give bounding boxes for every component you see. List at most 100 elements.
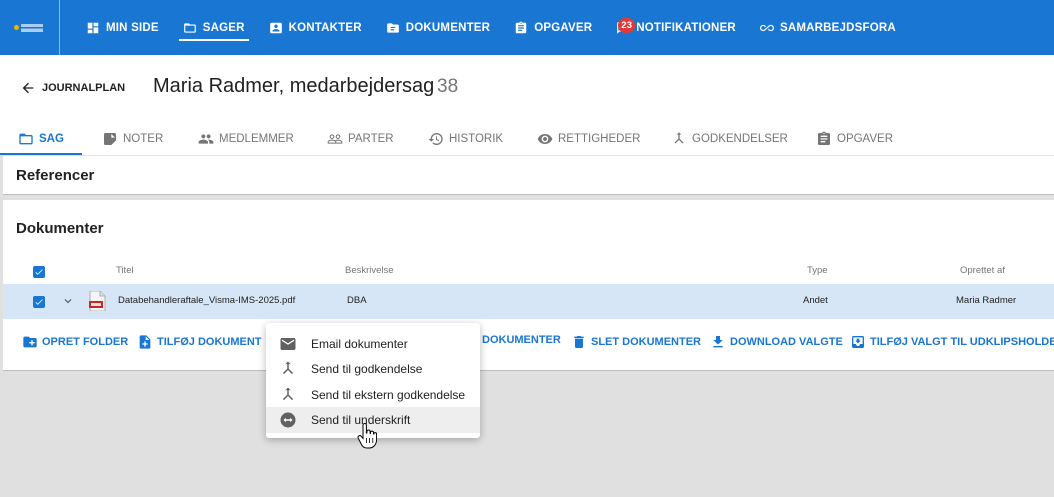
- merge-icon: [674, 132, 684, 144]
- action-label: SLET DOKUMENTER: [591, 336, 701, 348]
- dashboard-icon: [87, 22, 99, 33]
- clipboard-icon: [818, 131, 830, 145]
- people-icon: [198, 134, 214, 144]
- note-icon: [104, 133, 116, 145]
- action-label: DOKUMENTER: [482, 334, 561, 346]
- pdf-file-icon: [89, 291, 106, 311]
- tab-label: NOTER: [123, 133, 164, 145]
- document-description: DBA: [347, 295, 367, 306]
- tab-godkendelser[interactable]: GODKENDELSER: [671, 122, 788, 156]
- column-header-description[interactable]: Beskrivelse: [345, 265, 394, 276]
- tab-label: PARTER: [348, 133, 394, 145]
- infinity-icon: [759, 24, 774, 31]
- documents-title: Dokumenter: [16, 220, 104, 237]
- merge-icon: [282, 387, 294, 401]
- merge-icon: [282, 361, 294, 375]
- nav-label: MIN SIDE: [106, 21, 159, 34]
- nav-label: KONTAKTER: [288, 21, 362, 34]
- back-to-journalplan-button[interactable]: JOURNALPLAN: [20, 80, 125, 96]
- tab-label: HISTORIK: [449, 133, 504, 145]
- app-logo[interactable]: [0, 0, 60, 55]
- tab-label: MEDLEMMER: [219, 133, 294, 145]
- documents-panel: Dokumenter Titel Beskrivelse Type Oprett…: [3, 200, 1054, 371]
- check-icon: [35, 299, 43, 305]
- action-label: DOWNLOAD VALGTE: [730, 336, 843, 348]
- folder-outline-icon: [19, 133, 33, 145]
- hand-cursor-icon: [357, 423, 377, 449]
- eye-icon: [537, 134, 553, 144]
- document-created-by: Maria Radmer: [956, 295, 1017, 306]
- nav-samarbejdsfora[interactable]: SAMARBEJDSFORA: [748, 0, 908, 55]
- tab-opgaver[interactable]: OPGAVER: [816, 122, 893, 156]
- download-icon: [713, 336, 723, 348]
- tab-medlemmer[interactable]: MEDLEMMER: [198, 122, 294, 156]
- history-icon: [428, 133, 443, 145]
- references-panel[interactable]: Referencer: [3, 156, 1054, 195]
- column-header-title[interactable]: Titel: [116, 265, 134, 276]
- select-all-checkbox[interactable]: [33, 266, 45, 278]
- nav-dokumenter[interactable]: DOKUMENTER: [374, 0, 502, 55]
- check-icon: [35, 269, 43, 275]
- clipboard-icon: [515, 21, 527, 33]
- menu-item-label: Send til godkendelse: [311, 362, 423, 376]
- create-folder-button[interactable]: OPRET FOLDER: [22, 334, 128, 350]
- notification-badge: 23: [618, 18, 636, 33]
- menu-item-email-documents[interactable]: Email dokumenter: [266, 331, 480, 357]
- nav-sager[interactable]: SAGER: [171, 0, 257, 55]
- trash-icon: [574, 336, 584, 348]
- tab-label: GODKENDELSER: [692, 133, 788, 145]
- delete-documents-button[interactable]: SLET DOKUMENTER: [571, 334, 701, 350]
- people-outline-icon: [327, 134, 343, 144]
- tab-label: OPGAVER: [837, 133, 894, 145]
- download-selected-button[interactable]: DOWNLOAD VALGTE: [710, 334, 843, 350]
- tab-noter[interactable]: NOTER: [102, 122, 163, 156]
- nav-opgaver[interactable]: OPGAVER: [502, 0, 604, 55]
- nav-label: DOKUMENTER: [405, 21, 491, 34]
- email-icon: [280, 338, 296, 350]
- nav-min-side[interactable]: MIN SIDE: [74, 0, 171, 55]
- signature-icon: [280, 412, 296, 428]
- nav-notifikationer[interactable]: 23 NOTIFIKATIONER: [604, 0, 748, 55]
- document-actions: OPRET FOLDER TILFØJ DOKUMENT DOKUMENTER …: [3, 334, 1054, 352]
- nav-label: SAGER: [202, 21, 245, 34]
- tab-rettigheder[interactable]: RETTIGHEDER: [537, 122, 640, 156]
- tab-label: SAG: [39, 133, 64, 145]
- table-row[interactable]: Databehandleraftale_Visma-IMS-2025.pdf D…: [3, 284, 1054, 319]
- action-label: OPRET FOLDER: [42, 336, 129, 348]
- action-label: TILFØJ DOKUMENT: [157, 336, 262, 348]
- page-title: Maria Radmer, medarbejdersag: [153, 75, 435, 97]
- contact-card-icon: [269, 22, 282, 33]
- chevron-down-icon[interactable]: [61, 294, 75, 308]
- row-checkbox[interactable]: [33, 296, 45, 308]
- document-type: Andet: [803, 295, 828, 306]
- document-folder-icon: [386, 22, 399, 33]
- document-title[interactable]: Databehandleraftale_Visma-IMS-2025.pdf: [118, 295, 295, 306]
- references-title: Referencer: [16, 167, 95, 184]
- back-label: JOURNALPLAN: [42, 82, 126, 94]
- nav-label: OPGAVER: [534, 21, 593, 34]
- menu-item-label: Send til ekstern godkendelse: [311, 388, 466, 402]
- documents-context-menu: Email dokumenter Send til godkendelse Se…: [266, 323, 480, 438]
- tab-historik[interactable]: HISTORIK: [428, 122, 503, 156]
- menu-item-send-for-approval[interactable]: Send til godkendelse: [266, 356, 480, 382]
- add-file-icon: [139, 335, 151, 349]
- action-label: TILFØJ VALGT TIL UDKLIPSHOLDER: [870, 336, 1054, 348]
- menu-item-label: Email dokumenter: [311, 337, 408, 351]
- nav-label: SAMARBEJDSFORA: [779, 21, 896, 34]
- move-to-inbox-icon: [852, 336, 864, 348]
- nav-kontakter[interactable]: KONTAKTER: [257, 0, 374, 55]
- column-header-type[interactable]: Type: [807, 265, 828, 276]
- menu-item-send-for-external-approval[interactable]: Send til ekstern godkendelse: [266, 382, 480, 408]
- top-navigation-bar: MIN SIDE SAGER KONTAKTER DOKUMENTER OPGA…: [0, 0, 1054, 55]
- add-to-clipboard-button[interactable]: TILFØJ VALGT TIL UDKLIPSHOLDER: [850, 334, 1054, 350]
- column-header-created-by[interactable]: Oprettet af: [960, 265, 1005, 276]
- tab-parter[interactable]: PARTER: [327, 122, 394, 156]
- documents-menu-button[interactable]: DOKUMENTER: [482, 334, 561, 346]
- add-document-button[interactable]: TILFØJ DOKUMENT: [137, 334, 262, 350]
- arrow-left-icon: [22, 82, 34, 94]
- case-count: 38: [437, 76, 459, 97]
- tab-sag[interactable]: SAG: [18, 122, 64, 156]
- tab-label: RETTIGHEDER: [558, 133, 641, 145]
- folder-icon: [183, 22, 196, 33]
- nav-label: NOTIFIKATIONER: [636, 21, 736, 34]
